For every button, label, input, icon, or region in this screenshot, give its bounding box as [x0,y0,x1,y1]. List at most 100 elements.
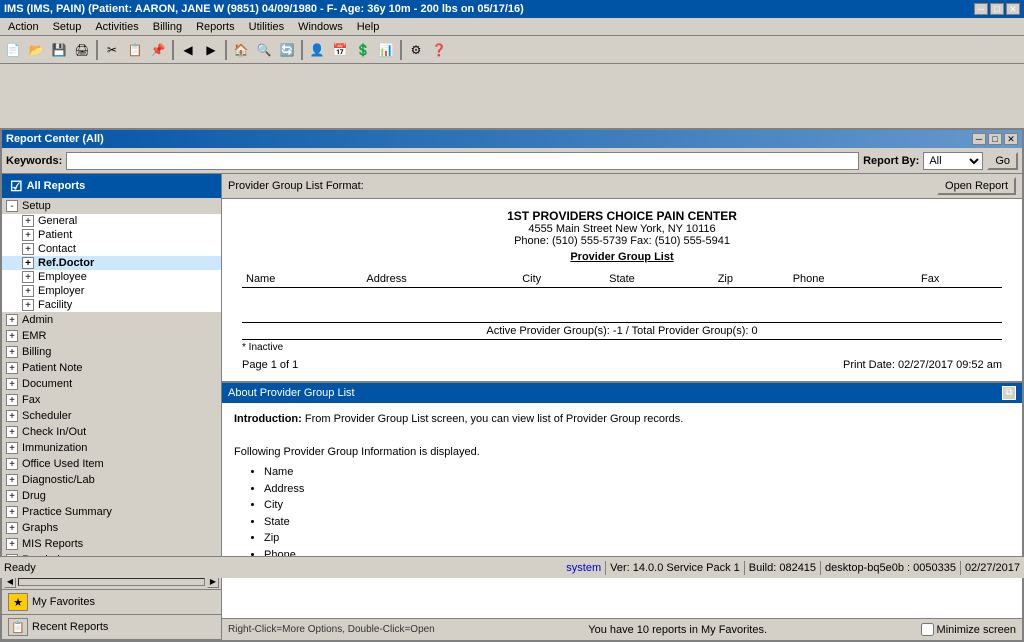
tree-graphs[interactable]: + Graphs [2,520,221,536]
field-address: Address [264,481,1010,498]
office-used-label: Office Used Item [22,458,104,470]
tool-help[interactable]: ❓ [428,39,450,61]
employer-toggle[interactable]: + [22,285,34,297]
tool-cut[interactable]: ✂ [101,39,123,61]
menu-utilities[interactable]: Utilities [243,20,290,34]
tree-checkinout[interactable]: + Check In/Out [2,424,221,440]
checkinout-toggle[interactable]: + [6,426,18,438]
tree-employee[interactable]: + Employee [2,270,221,284]
tool-search[interactable]: 🔍 [253,39,275,61]
tree-general[interactable]: + General [2,214,221,228]
tree-billing[interactable]: + Billing [2,344,221,360]
menu-action[interactable]: Action [2,20,45,34]
tree-drug[interactable]: + Drug [2,488,221,504]
tree-area: - Setup + General + Patient + Contact [2,198,221,573]
tree-office-used-item[interactable]: + Office Used Item [2,456,221,472]
tree-diagnostic-lab[interactable]: + Diagnostic/Lab [2,472,221,488]
status-desktop: desktop-bq5e0b : 0050335 [825,562,956,574]
practice-toggle[interactable]: + [6,506,18,518]
tree-patient-note[interactable]: + Patient Note [2,360,221,376]
rc-maximize-btn[interactable]: □ [988,133,1002,145]
tree-practice-summary[interactable]: + Practice Summary [2,504,221,520]
employee-toggle[interactable]: + [22,271,34,283]
title-controls: ─ □ ✕ [974,3,1020,15]
document-toggle[interactable]: + [6,378,18,390]
tree-mis-reports[interactable]: + MIS Reports [2,536,221,552]
rc-minimize-btn[interactable]: ─ [972,133,986,145]
tool-home[interactable]: 🏠 [230,39,252,61]
tool-save[interactable]: 💾 [48,39,70,61]
tree-immunization[interactable]: + Immunization [2,440,221,456]
keywords-input[interactable] [66,152,859,170]
billing-toggle[interactable]: + [6,346,18,358]
source-link[interactable]: Setup>>Office>>Provider Group Master [764,602,958,603]
go-button[interactable]: Go [987,152,1018,170]
immunization-toggle[interactable]: + [6,442,18,454]
tool-refresh[interactable]: 🔄 [276,39,298,61]
tree-setup[interactable]: - Setup [2,198,221,214]
tool-open[interactable]: 📂 [25,39,47,61]
graphs-label: Graphs [22,522,58,534]
menu-reports[interactable]: Reports [190,20,241,34]
tree-admin[interactable]: + Admin [2,312,221,328]
mis-toggle[interactable]: + [6,538,18,550]
tree-fax[interactable]: + Fax [2,392,221,408]
minimize-checkbox[interactable] [921,623,934,636]
patient-note-toggle[interactable]: + [6,362,18,374]
ref-doctor-toggle[interactable]: + [22,257,34,269]
close-btn[interactable]: ✕ [1006,3,1020,15]
menu-activities[interactable]: Activities [89,20,144,34]
print-date: Print Date: 02/27/2017 09:52 am [843,359,1002,371]
tool-new[interactable]: 📄 [2,39,24,61]
menu-help[interactable]: Help [351,20,386,34]
status-date: 02/27/2017 [965,562,1020,574]
graphs-toggle[interactable]: + [6,522,18,534]
tree-facility[interactable]: + Facility [2,298,221,312]
emr-toggle[interactable]: + [6,330,18,342]
favorites-count: You have 10 reports in My Favorites. [588,624,767,636]
tree-scheduler[interactable]: + Scheduler [2,408,221,424]
tree-employer[interactable]: + Employer [2,284,221,298]
fax-toggle[interactable]: + [6,394,18,406]
menu-setup[interactable]: Setup [47,20,88,34]
about-expand-btn[interactable]: ⧉ [1002,386,1016,400]
recent-reports-section[interactable]: 📋 Recent Reports [2,615,221,640]
setup-toggle[interactable]: - [6,200,18,212]
report-title: Provider Group List [242,251,1002,263]
separator-4 [301,40,303,60]
drug-toggle[interactable]: + [6,490,18,502]
menu-billing[interactable]: Billing [147,20,188,34]
contact-toggle[interactable]: + [22,243,34,255]
my-favorites-section[interactable]: ★ My Favorites [2,590,221,615]
tool-back[interactable]: ◀ [177,39,199,61]
tree-contact[interactable]: + Contact [2,242,221,256]
tool-reports[interactable]: 📊 [375,39,397,61]
office-used-toggle[interactable]: + [6,458,18,470]
tool-billing[interactable]: 💲 [352,39,374,61]
tree-patient[interactable]: + Patient [2,228,221,242]
tool-paste[interactable]: 📌 [147,39,169,61]
tool-forward[interactable]: ▶ [200,39,222,61]
patient-toggle[interactable]: + [22,229,34,241]
maximize-btn[interactable]: □ [990,3,1004,15]
tool-settings[interactable]: ⚙ [405,39,427,61]
tree-ref-doctor[interactable]: + Ref.Doctor [2,256,221,270]
tool-calendar[interactable]: 📅 [329,39,351,61]
diagnostic-toggle[interactable]: + [6,474,18,486]
minimize-btn[interactable]: ─ [974,3,988,15]
scheduler-toggle[interactable]: + [6,410,18,422]
admin-toggle[interactable]: + [6,314,18,326]
col-city: City [518,271,605,288]
rc-close-btn[interactable]: ✕ [1004,133,1018,145]
report-by-select[interactable]: All [923,152,983,170]
menu-windows[interactable]: Windows [292,20,349,34]
open-report-button[interactable]: Open Report [937,177,1016,195]
general-toggle[interactable]: + [22,215,34,227]
tool-print[interactable]: 🖨 [71,39,93,61]
tool-patient[interactable]: 👤 [306,39,328,61]
tool-copy[interactable]: 📋 [124,39,146,61]
tree-document[interactable]: + Document [2,376,221,392]
facility-toggle[interactable]: + [22,299,34,311]
tree-emr[interactable]: + EMR [2,328,221,344]
all-reports-tab[interactable]: ☑ All Reports [2,174,221,198]
